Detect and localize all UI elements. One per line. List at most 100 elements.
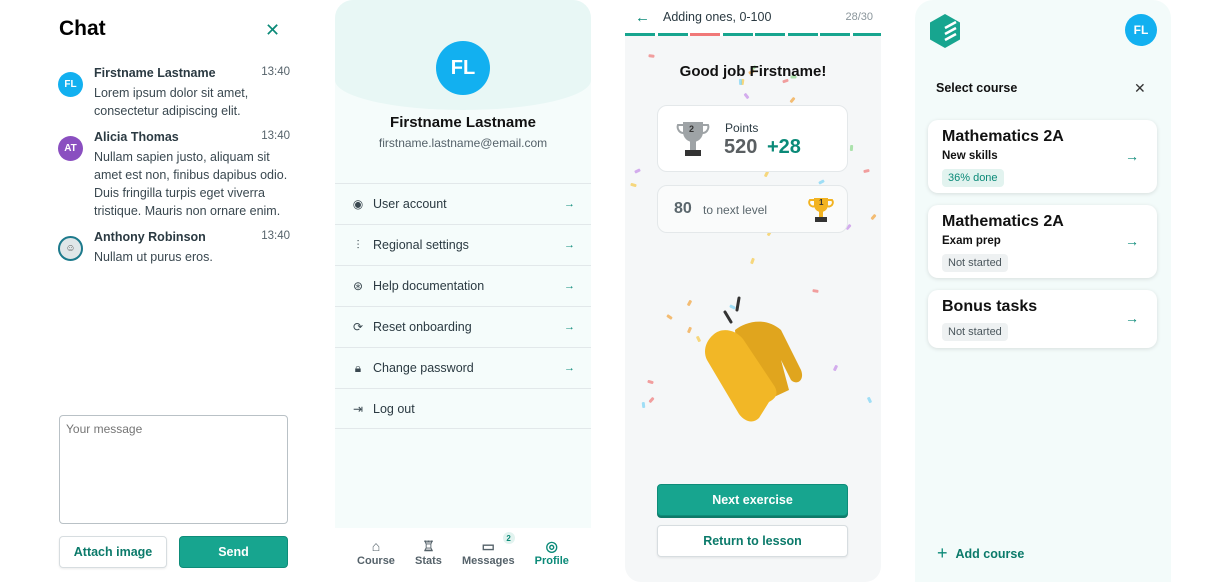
course-title: Bonus tasks <box>942 298 1038 315</box>
nav-label: Profile <box>534 555 569 567</box>
course-title: Mathematics 2A <box>942 213 1064 230</box>
message-author: Alicia Thomas <box>94 130 179 144</box>
lifebuoy-icon: ⊛ <box>352 279 364 293</box>
menu-item-label: User account <box>373 197 447 211</box>
course-card[interactable]: Mathematics 2A Exam prep Not started → <box>928 205 1157 278</box>
confetti-piece <box>666 313 673 320</box>
progress-segment-correct <box>852 33 881 36</box>
trophy-rank: 1 <box>819 198 824 207</box>
silver-trophy-icon: 2 <box>676 120 710 158</box>
nav-label: Stats <box>415 555 442 567</box>
arrow-right-icon: → <box>564 198 575 210</box>
profile-name: Firstname Lastname <box>390 114 536 131</box>
avatar: FL <box>58 72 83 97</box>
message-time: 13:40 <box>261 66 290 78</box>
nav-label: Messages <box>462 555 515 567</box>
avatar: AT <box>58 136 83 161</box>
progress-segment-wrong <box>690 33 720 36</box>
arrow-right-icon: → <box>1125 233 1139 249</box>
profile-menu: ◉ User account → ⫶ Regional settings → ⊛ Help… <box>335 183 591 429</box>
confetti-piece <box>867 396 873 404</box>
confetti-piece <box>818 178 825 185</box>
logout-icon: ⇥ <box>352 401 364 416</box>
menu-item-label: Log out <box>373 401 415 416</box>
menu-item-regional-settings[interactable]: ⫶ Regional settings → <box>335 224 591 265</box>
clapping-hands-icon <box>695 290 815 435</box>
select-course-heading: Select course <box>936 81 1018 95</box>
course-card[interactable]: Bonus tasks Not started → <box>928 290 1157 348</box>
plus-icon: + <box>937 543 948 563</box>
message-input[interactable] <box>59 415 288 524</box>
arrow-right-icon: → <box>564 280 575 292</box>
next-level-value: 80 <box>674 200 692 217</box>
success-heading: Good job Firstname! <box>679 63 827 80</box>
confetti-piece <box>686 299 693 307</box>
next-exercise-button[interactable]: Next exercise <box>657 484 848 516</box>
add-course-button[interactable]: + Add course <box>937 543 1024 564</box>
course-card[interactable]: Mathematics 2A New skills 36% done → <box>928 120 1157 193</box>
back-arrow-icon[interactable]: ← <box>635 9 650 26</box>
confetti-piece <box>647 379 655 385</box>
avatar: FL <box>436 41 490 95</box>
bottom-nav: ⌂ Course ♖ Stats ▭ 2 Messages ◎ Profile <box>335 528 591 582</box>
arrow-right-icon: → <box>564 321 575 333</box>
progress-segment-correct <box>820 33 850 36</box>
menu-item-user-account[interactable]: ◉ User account → <box>335 183 591 224</box>
progress-segment-correct <box>787 33 818 36</box>
avatar[interactable]: FL <box>1125 14 1157 46</box>
message-text: Nullam sapien justo, aliquam sit amet es… <box>94 150 288 218</box>
progress-segment-correct <box>657 33 688 36</box>
confetti-piece <box>870 214 878 221</box>
nav-messages[interactable]: ▭ 2 Messages <box>462 532 515 582</box>
points-label: Points <box>725 121 759 135</box>
arrow-right-icon: → <box>564 239 575 251</box>
chat-panel: Chat ✕ FL Firstname Lastname 13:40 Lorem… <box>40 0 310 582</box>
menu-item-reset-onboarding[interactable]: ⟳ Reset onboarding → <box>335 306 591 347</box>
confetti-piece <box>629 182 637 187</box>
menu-item-change-password[interactable]: 🔒︎ Change password → <box>335 347 591 388</box>
menu-item-help-documentation[interactable]: ⊛ Help documentation → <box>335 265 591 306</box>
status-badge: Not started <box>942 254 1008 272</box>
home-icon: ⌂ <box>371 538 381 554</box>
progress-segment-correct <box>755 33 785 36</box>
course-title: Mathematics 2A <box>942 128 1064 145</box>
close-icon[interactable]: ✕ <box>1134 80 1146 97</box>
menu-item-label: Reset onboarding <box>373 320 472 334</box>
course-subtitle: Exam prep <box>942 235 1001 247</box>
next-level-text: to next level <box>703 203 768 217</box>
chat-title: Chat <box>59 17 106 40</box>
nav-course[interactable]: ⌂ Course <box>357 538 395 582</box>
menu-item-label: Help documentation <box>373 279 485 293</box>
trophy-icon: ♖ <box>422 538 435 554</box>
status-badge: Not started <box>942 323 1008 341</box>
confetti-piece <box>642 401 646 408</box>
profile-panel: FL Firstname Lastname firstname.lastname… <box>335 0 591 582</box>
confetti-piece <box>833 365 839 372</box>
return-to-lesson-button[interactable]: Return to lesson <box>657 525 848 557</box>
course-subtitle: New skills <box>942 150 998 162</box>
attach-image-button[interactable]: Attach image <box>59 536 167 568</box>
profile-email: firstname.lastname@email.com <box>378 136 548 150</box>
user-circle-icon: ◉ <box>352 197 364 211</box>
lock-icon: 🔒︎ <box>354 360 362 375</box>
menu-item-log-out[interactable]: ⇥ Log out <box>335 388 591 429</box>
message-text: Nullam ut purus eros. <box>94 250 213 264</box>
close-icon[interactable]: ✕ <box>265 20 280 41</box>
confetti-piece <box>789 96 796 103</box>
arrow-right-icon: → <box>1125 310 1139 326</box>
course-panel: FL Select course ✕ Mathematics 2A New sk… <box>915 0 1171 582</box>
nav-profile[interactable]: ◎ Profile <box>535 538 569 582</box>
exercise-panel: ← Adding ones, 0-100 28/30 Good job Firs… <box>625 0 881 582</box>
progress-count: 28/30 <box>845 11 873 23</box>
message-text: Lorem ipsum dolor sit amet, consectetur … <box>94 86 249 118</box>
sliders-icon: ⫶ <box>356 237 360 252</box>
user-icon: ◎ <box>545 538 558 554</box>
progress-segment-correct <box>722 33 753 36</box>
send-button[interactable]: Send <box>179 536 288 568</box>
message-icon: ▭ <box>481 538 495 554</box>
points-gained: +28 <box>767 136 801 158</box>
unread-badge: 2 <box>502 532 515 544</box>
confetti-piece <box>850 145 854 152</box>
progress-segment-correct <box>625 33 655 36</box>
nav-stats[interactable]: ♖ Stats <box>415 538 442 582</box>
